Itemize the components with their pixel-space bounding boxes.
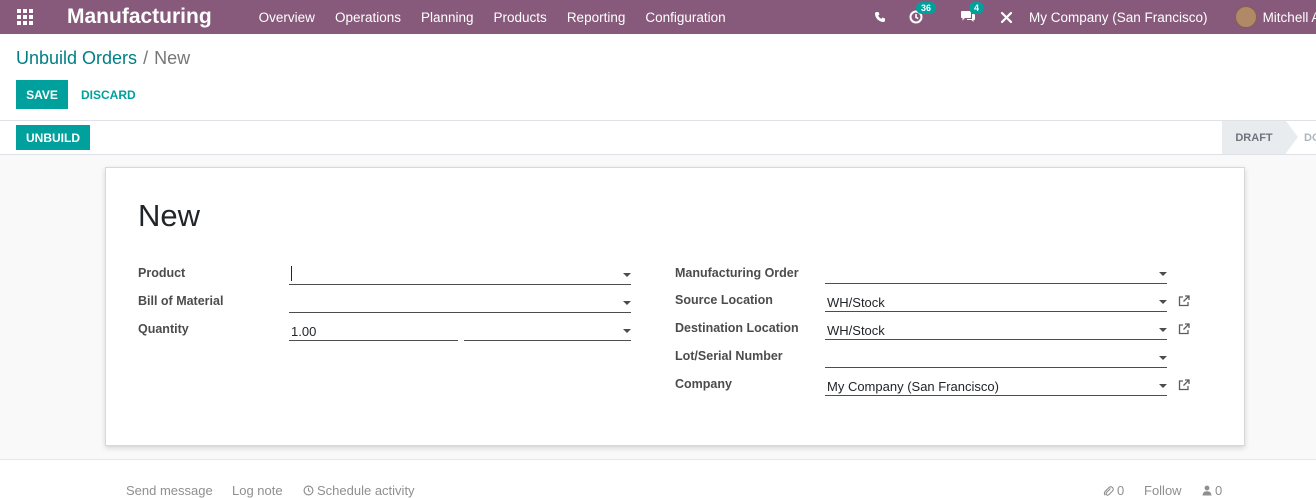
unbuild-button[interactable]: UNBUILD: [16, 125, 90, 150]
text-cursor: [291, 266, 292, 281]
activity-clock-icon[interactable]: 36: [906, 2, 937, 24]
schedule-activity-button[interactable]: Schedule activity: [303, 483, 415, 498]
stage-draft[interactable]: DRAFT: [1222, 121, 1286, 154]
user-icon: [1202, 485, 1212, 496]
destination-location-field[interactable]: WH/Stock: [825, 320, 1167, 340]
follow-button[interactable]: Follow: [1144, 483, 1182, 498]
destination-location-label: Destination Location: [675, 321, 799, 335]
breadcrumb-unbuild-orders[interactable]: Unbuild Orders: [16, 48, 137, 68]
chevron-down-icon[interactable]: [1159, 384, 1167, 388]
company-label: Company: [675, 377, 732, 391]
mo-label: Manufacturing Order: [675, 266, 799, 280]
menu-overview[interactable]: Overview: [259, 10, 315, 25]
navbar-systray: 36 4 My Company (San Francisco) Mitchell…: [870, 0, 1316, 34]
attachments-button[interactable]: 0: [1103, 483, 1124, 498]
company-value: My Company (San Francisco): [827, 379, 999, 394]
form-statusbar: UNBUILD DRAFT DONE: [0, 121, 1316, 155]
product-label: Product: [138, 266, 186, 280]
quantity-value: 1.00: [291, 324, 317, 339]
app-title[interactable]: Manufacturing: [67, 5, 212, 29]
phone-icon[interactable]: [870, 11, 890, 23]
top-navbar: Manufacturing Overview Operations Planni…: [0, 0, 1316, 34]
external-link-icon[interactable]: [1178, 295, 1190, 307]
apps-grid-icon: [17, 9, 33, 25]
record-title: New: [138, 198, 201, 233]
followers-button[interactable]: 0: [1202, 483, 1222, 498]
bom-field[interactable]: [289, 293, 631, 313]
uom-field[interactable]: [464, 321, 631, 341]
source-location-field[interactable]: WH/Stock: [825, 292, 1167, 312]
clock-icon: [303, 485, 314, 496]
chatter-topbar: Send message Log note Schedule activity …: [0, 460, 1316, 498]
chevron-down-icon[interactable]: [1159, 356, 1167, 360]
quantity-input[interactable]: 1.00: [289, 321, 458, 341]
stage-arrow-icon: [1286, 121, 1298, 153]
breadcrumb-current: New: [154, 48, 191, 68]
breadcrumb: Unbuild Orders / New: [16, 48, 190, 69]
attachments-count: 0: [1117, 483, 1125, 498]
message-count-badge: 4: [969, 2, 985, 14]
followers-count: 0: [1215, 483, 1223, 498]
bom-label: Bill of Material: [138, 294, 224, 308]
debug-tools-icon[interactable]: [996, 11, 1016, 24]
send-message-button[interactable]: Send message: [126, 483, 213, 498]
external-link-icon[interactable]: [1178, 323, 1190, 335]
external-link-icon[interactable]: [1178, 379, 1190, 391]
chevron-down-icon[interactable]: [623, 273, 631, 277]
user-menu[interactable]: Mitchell A: [1263, 10, 1316, 25]
breadcrumb-separator: /: [143, 48, 149, 68]
activity-count-badge: 36: [916, 2, 937, 14]
chevron-down-icon[interactable]: [623, 301, 631, 305]
chevron-down-icon[interactable]: [1159, 300, 1167, 304]
save-button[interactable]: SAVE: [16, 80, 68, 109]
mo-field[interactable]: [825, 264, 1167, 284]
destination-location-value: WH/Stock: [827, 323, 885, 338]
lot-serial-field[interactable]: [825, 348, 1167, 368]
log-note-button[interactable]: Log note: [232, 483, 283, 498]
menu-reporting[interactable]: Reporting: [567, 10, 626, 25]
company-field[interactable]: My Company (San Francisco): [825, 376, 1167, 396]
menu-operations[interactable]: Operations: [335, 10, 401, 25]
company-switcher[interactable]: My Company (San Francisco): [1029, 10, 1208, 25]
control-panel: Unbuild Orders / New SAVE DISCARD: [0, 34, 1316, 121]
source-location-value: WH/Stock: [827, 295, 885, 310]
source-location-label: Source Location: [675, 293, 773, 307]
menu-configuration[interactable]: Configuration: [645, 10, 725, 25]
chevron-down-icon[interactable]: [1159, 328, 1167, 332]
stage-done[interactable]: DONE: [1304, 121, 1316, 154]
lot-serial-label: Lot/Serial Number: [675, 349, 783, 363]
discard-button[interactable]: DISCARD: [81, 80, 136, 109]
messages-icon[interactable]: 4: [958, 2, 985, 24]
menu-planning[interactable]: Planning: [421, 10, 474, 25]
chevron-down-icon[interactable]: [623, 329, 631, 333]
product-field[interactable]: [289, 265, 631, 285]
schedule-activity-label: Schedule activity: [317, 483, 415, 498]
user-avatar[interactable]: [1234, 6, 1257, 28]
form-sheet: New Product Bill of Material Quantity 1.…: [105, 167, 1245, 446]
apps-menu-button[interactable]: [0, 0, 50, 34]
chevron-down-icon[interactable]: [1159, 272, 1167, 276]
quantity-label: Quantity: [138, 322, 189, 336]
paperclip-icon: [1103, 485, 1114, 496]
menu-products[interactable]: Products: [494, 10, 547, 25]
